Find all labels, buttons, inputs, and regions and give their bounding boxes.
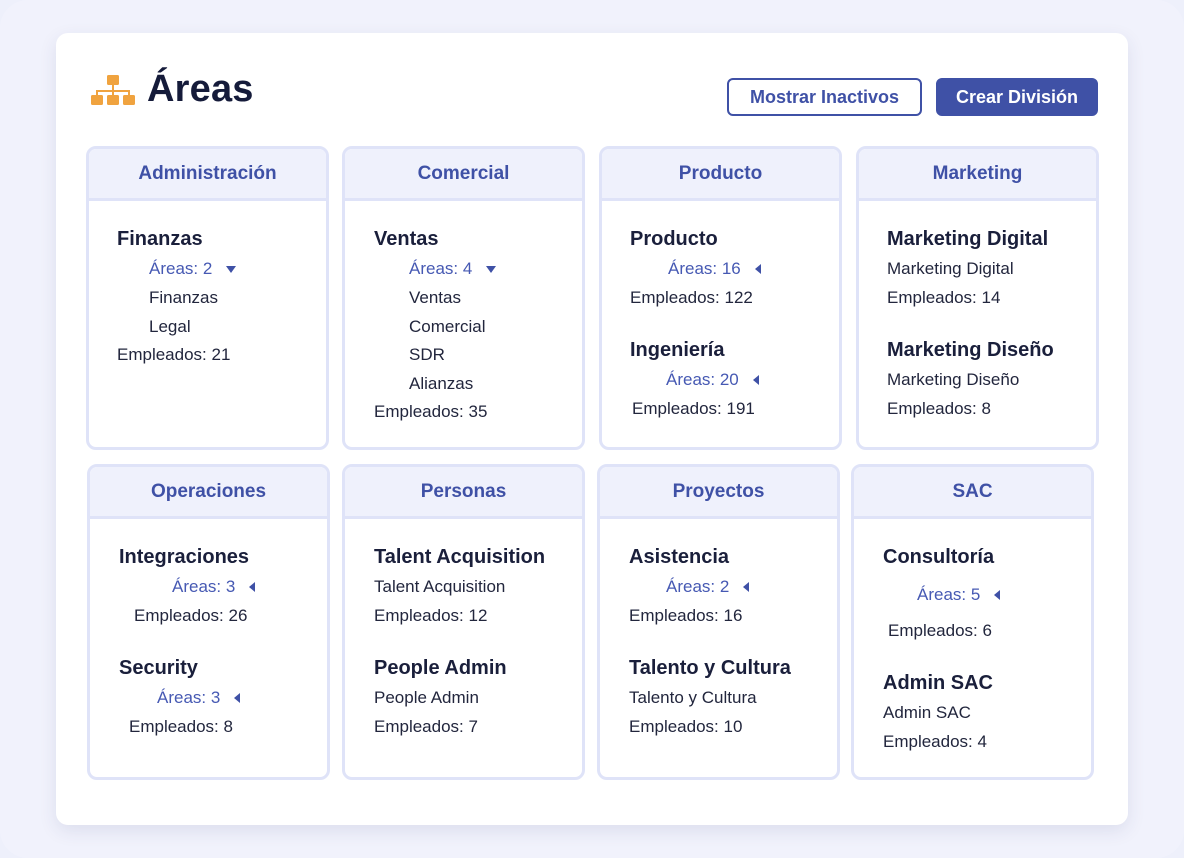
- show-inactive-button[interactable]: Mostrar Inactivos: [727, 78, 922, 116]
- areas-count: Áreas: 20: [666, 370, 739, 389]
- areas-toggle[interactable]: Áreas: 16: [668, 258, 761, 280]
- area-item: Talent Acquisition: [374, 577, 506, 596]
- division-title: Proyectos: [600, 467, 837, 519]
- area-item: Finanzas: [149, 288, 218, 307]
- sub-division-name: Admin SAC: [883, 672, 993, 694]
- employee-count: Empleados: 21: [117, 345, 231, 364]
- division-card-producto: Producto Producto Áreas: 16 Empleados: 1…: [599, 146, 842, 450]
- caret-left-icon: [249, 582, 256, 592]
- employee-count: Empleados: 10: [629, 717, 743, 736]
- employee-count: Empleados: 122: [630, 288, 753, 307]
- division-title: Marketing: [859, 149, 1096, 201]
- areas-toggle[interactable]: Áreas: 3: [157, 687, 241, 709]
- areas-toggle[interactable]: Áreas: 2: [149, 258, 237, 280]
- employee-count: Empleados: 26: [134, 606, 248, 625]
- division-card-marketing: Marketing Marketing Digital Marketing Di…: [856, 146, 1099, 450]
- employee-count: Empleados: 35: [374, 402, 488, 421]
- sub-division-name: Finanzas: [117, 228, 203, 250]
- division-card-proyectos: Proyectos Asistencia Áreas: 2 Empleados:…: [597, 464, 840, 780]
- sub-division-name: People Admin: [374, 657, 507, 679]
- org-chart-icon: [91, 75, 135, 105]
- caret-left-icon: [743, 582, 750, 592]
- division-title: Administración: [89, 149, 326, 201]
- employee-count: Empleados: 6: [888, 621, 992, 640]
- area-item: Legal: [149, 317, 191, 336]
- employee-count: Empleados: 12: [374, 606, 488, 625]
- area-item: Marketing Digital: [887, 259, 1014, 278]
- caret-down-icon: [486, 265, 497, 273]
- sub-division-name: Producto: [630, 228, 718, 250]
- sub-division-name: Ventas: [374, 228, 439, 250]
- sub-division-name: Talent Acquisition: [374, 546, 546, 568]
- areas-toggle[interactable]: Áreas: 5: [917, 584, 1001, 606]
- sub-division-name: Consultoría: [883, 546, 995, 568]
- areas-count: Áreas: 16: [668, 259, 741, 278]
- sub-division-name: Security: [119, 657, 198, 679]
- areas-toggle[interactable]: Áreas: 2: [666, 576, 750, 598]
- area-item: Marketing Diseño: [887, 370, 1020, 389]
- division-title: SAC: [854, 467, 1091, 519]
- sub-division-name: Marketing Diseño: [887, 339, 1054, 361]
- create-division-button[interactable]: Crear División: [936, 78, 1098, 116]
- areas-count: Áreas: 3: [157, 688, 221, 707]
- caret-left-icon: [234, 693, 241, 703]
- area-item: Talento y Cultura: [629, 688, 757, 707]
- area-item: People Admin: [374, 688, 479, 707]
- division-card-administracion: Administración Finanzas Áreas: 2 Finanza…: [86, 146, 329, 450]
- caret-left-icon: [754, 264, 761, 274]
- area-item: Admin SAC: [883, 703, 971, 722]
- employee-count: Empleados: 4: [883, 732, 987, 751]
- employee-count: Empleados: 7: [374, 717, 478, 736]
- areas-count: Áreas: 2: [149, 259, 213, 278]
- areas-count: Áreas: 3: [172, 577, 236, 596]
- areas-toggle[interactable]: Áreas: 20: [666, 369, 759, 391]
- sub-division-name: Ingeniería: [630, 339, 725, 361]
- employee-count: Empleados: 8: [129, 717, 233, 736]
- division-card-operaciones: Operaciones Integraciones Áreas: 3 Emple…: [87, 464, 330, 780]
- page-title: Áreas: [147, 68, 254, 110]
- employee-count: Empleados: 16: [629, 606, 743, 625]
- sub-division-name: Integraciones: [119, 546, 250, 568]
- employee-count: Empleados: 8: [887, 399, 991, 418]
- division-card-personas: Personas Talent Acquisition Talent Acqui…: [342, 464, 585, 780]
- employee-count: Empleados: 191: [632, 399, 755, 418]
- area-item: Ventas: [409, 288, 461, 307]
- area-item: SDR: [409, 345, 445, 364]
- caret-left-icon: [994, 590, 1001, 600]
- sub-division-name: Asistencia: [629, 546, 730, 568]
- caret-left-icon: [752, 375, 759, 385]
- areas-toggle[interactable]: Áreas: 4: [409, 258, 497, 280]
- employee-count: Empleados: 14: [887, 288, 1001, 307]
- division-title: Personas: [345, 467, 582, 519]
- area-item: Alianzas: [409, 374, 474, 393]
- areas-toggle[interactable]: Áreas: 3: [172, 576, 256, 598]
- division-title: Producto: [602, 149, 839, 201]
- caret-down-icon: [226, 265, 237, 273]
- division-card-comercial: Comercial Ventas Áreas: 4 Ventas Comerci…: [342, 146, 585, 450]
- division-card-sac: SAC Consultoría Áreas: 5 Empleados: 6 Ad…: [851, 464, 1094, 780]
- division-title: Comercial: [345, 149, 582, 201]
- areas-count: Áreas: 4: [409, 259, 473, 278]
- division-title: Operaciones: [90, 467, 327, 519]
- areas-count: Áreas: 2: [666, 577, 730, 596]
- sub-division-name: Talento y Cultura: [629, 657, 791, 679]
- sub-division-name: Marketing Digital: [887, 228, 1049, 250]
- area-item: Comercial: [409, 317, 486, 336]
- areas-count: Áreas: 5: [917, 585, 981, 604]
